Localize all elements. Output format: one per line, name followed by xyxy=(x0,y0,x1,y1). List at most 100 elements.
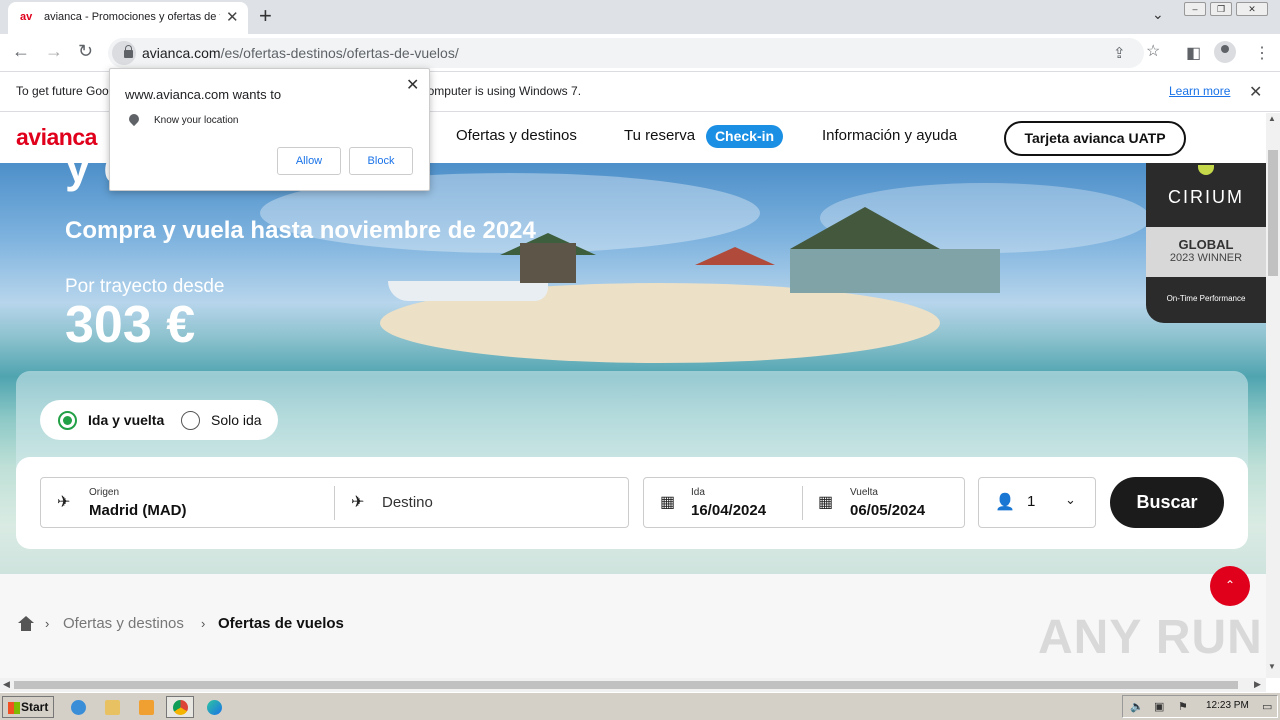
depart-date-input[interactable]: 16/04/2024 xyxy=(691,502,766,519)
landing-plane-icon: ✈ xyxy=(351,494,365,511)
add-person-icon: 👤 xyxy=(995,494,1015,511)
horizontal-scroll-thumb[interactable] xyxy=(14,681,1238,689)
chevron-down-icon: ⌄ xyxy=(1065,492,1076,507)
scroll-down-arrow-icon[interactable]: ▼ xyxy=(1268,662,1276,671)
route-field: ✈ Origen Madrid (MAD) ✈ Destino xyxy=(40,477,629,528)
windows-taskbar: Start 🔈 ▣ ⚑ 12:23 PM ▭ xyxy=(0,692,1280,720)
dates-field: ▦ Ida 16/04/2024 ▦ Vuelta 06/05/2024 xyxy=(643,477,965,528)
bookmark-star-icon[interactable]: ☆ xyxy=(1146,41,1160,61)
cirium-logo-icon xyxy=(1198,165,1214,175)
nav-ofertas-destinos[interactable]: Ofertas y destinos xyxy=(456,127,577,144)
hero-banner: y disfruta Compra y vuela hasta noviembr… xyxy=(0,163,1266,574)
trip-type-selector: Ida y vuelta Solo ida xyxy=(40,400,278,440)
hero-hut xyxy=(520,243,576,283)
return-date-input[interactable]: 06/05/2024 xyxy=(850,502,925,519)
forward-arrow-icon[interactable]: → xyxy=(45,41,63,62)
location-permission-popup: www.avianca.com wants to ✕ Know your loc… xyxy=(109,68,430,191)
network-icon[interactable]: ▣ xyxy=(1154,700,1164,713)
breadcrumb-ofertas-destinos[interactable]: Ofertas y destinos xyxy=(63,615,184,632)
vertical-scroll-thumb[interactable] xyxy=(1268,150,1278,276)
label-solo-ida[interactable]: Solo ida xyxy=(211,412,262,428)
taskbar-edge[interactable] xyxy=(200,696,228,718)
back-arrow-icon[interactable]: ← xyxy=(12,41,30,62)
cirium-award-badge: CIRIUM GLOBAL 2023 WINNER On-Time Perfor… xyxy=(1146,163,1266,323)
taskbar-explorer[interactable] xyxy=(98,696,126,718)
allow-button[interactable]: Allow xyxy=(277,147,341,175)
origin-input[interactable]: Madrid (MAD) xyxy=(89,502,187,519)
start-button[interactable]: Start xyxy=(2,696,54,718)
start-label: Start xyxy=(21,700,49,714)
search-button[interactable]: Buscar xyxy=(1110,477,1224,528)
block-button[interactable]: Block xyxy=(349,147,413,175)
action-center-flag-icon[interactable]: ⚑ xyxy=(1178,700,1188,713)
clock: 12:23 PM xyxy=(1206,700,1249,711)
flight-search-panel: Ida y vuelta Solo ida ✈ Origen Madrid (M… xyxy=(16,371,1248,549)
search-form-row: ✈ Origen Madrid (MAD) ✈ Destino ▦ Ida 16… xyxy=(16,457,1248,549)
profile-avatar-icon[interactable] xyxy=(1214,41,1236,63)
origin-label: Origen xyxy=(89,487,120,498)
anyrun-watermark: ANY RUN xyxy=(1038,611,1263,664)
hero-hut-roof xyxy=(790,207,940,249)
url-path: /es/ofertas-destinos/ofertas-de-vuelos/ xyxy=(220,45,459,61)
address-bar[interactable]: avianca.com/es/ofertas-destinos/ofertas-… xyxy=(108,38,1144,68)
tab-close-icon[interactable]: ✕ xyxy=(226,8,239,26)
calendar-icon: ▦ xyxy=(818,494,834,511)
scroll-up-arrow-icon[interactable]: ▲ xyxy=(1268,114,1276,123)
internet-explorer-icon xyxy=(71,700,86,715)
cirium-global: GLOBAL xyxy=(1178,237,1234,252)
scroll-to-top-button[interactable]: ⌃ xyxy=(1210,566,1250,606)
chrome-icon xyxy=(173,700,188,715)
show-desktop-icon[interactable]: ▭ xyxy=(1262,700,1272,713)
learn-more-link[interactable]: Learn more xyxy=(1169,84,1230,98)
lock-icon xyxy=(124,45,133,58)
passengers-field[interactable]: 👤 1 ⌄ xyxy=(978,477,1096,528)
calendar-icon: ▦ xyxy=(660,494,676,511)
taskbar-chrome[interactable] xyxy=(166,696,194,718)
restore-button[interactable]: ❐ xyxy=(1210,2,1232,16)
hero-subtitle: Compra y vuela hasta noviembre de 2024 xyxy=(65,217,536,244)
breadcrumb-separator-icon: › xyxy=(201,616,206,631)
system-tray xyxy=(1122,695,1278,718)
uatp-card-button[interactable]: Tarjeta avianca UATP xyxy=(1004,121,1186,156)
page-content: › Ofertas y destinos › Ofertas de vuelos… xyxy=(0,574,1266,678)
popup-close-icon[interactable]: ✕ xyxy=(406,75,419,95)
browser-tab[interactable]: av avianca - Promociones y ofertas de vu… xyxy=(8,2,248,34)
radio-ida-vuelta[interactable] xyxy=(58,411,77,430)
close-window-button[interactable]: ✕ xyxy=(1236,2,1268,16)
destination-input[interactable]: Destino xyxy=(382,494,433,511)
cirium-brand: CIRIUM xyxy=(1168,187,1244,207)
dates-divider xyxy=(802,486,803,520)
label-ida-vuelta[interactable]: Ida y vuelta xyxy=(88,412,164,428)
menu-kebab-icon[interactable]: ⋮ xyxy=(1254,43,1270,63)
cirium-caption: On-Time Performance xyxy=(1166,294,1246,303)
cirium-year: 2023 WINNER xyxy=(1169,252,1243,264)
popup-title: www.avianca.com wants to xyxy=(125,87,282,102)
nav-informacion-ayuda[interactable]: Información y ayuda xyxy=(822,127,957,144)
scroll-right-arrow-icon[interactable]: ▶ xyxy=(1254,679,1261,690)
checkin-badge[interactable]: Check-in xyxy=(706,125,783,148)
route-divider xyxy=(334,486,335,520)
radio-solo-ida[interactable] xyxy=(181,411,200,430)
share-icon[interactable]: ⇪ xyxy=(1113,44,1126,62)
tab-search-chevron-icon[interactable]: ⌄ xyxy=(1152,6,1164,23)
avianca-logo[interactable]: avianca xyxy=(16,124,97,151)
nav-tu-reserva[interactable]: Tu reserva xyxy=(624,127,695,144)
reload-icon[interactable]: ↻ xyxy=(78,41,93,62)
avianca-favicon-icon: av xyxy=(20,11,33,23)
volume-icon[interactable]: 🔈 xyxy=(1130,700,1144,713)
location-pin-icon xyxy=(126,111,142,127)
scroll-left-arrow-icon[interactable]: ◀ xyxy=(3,679,10,690)
infobar-close-icon[interactable]: ✕ xyxy=(1249,82,1262,102)
popup-permission-text: Know your location xyxy=(154,115,239,126)
new-tab-button[interactable]: + xyxy=(259,3,272,29)
folder-icon xyxy=(105,700,120,715)
taskbar-ie[interactable] xyxy=(64,696,92,718)
home-icon[interactable] xyxy=(18,616,34,632)
side-panel-icon[interactable]: ◧ xyxy=(1186,43,1201,63)
minimize-button[interactable]: – xyxy=(1184,2,1206,16)
site-info-button[interactable] xyxy=(112,41,136,65)
passenger-count: 1 xyxy=(1027,493,1036,510)
browser-toolbar: ← → ↻ avianca.com/es/ofertas-destinos/of… xyxy=(0,34,1280,72)
hero-hut-roof xyxy=(695,247,775,265)
taskbar-media[interactable] xyxy=(132,696,160,718)
